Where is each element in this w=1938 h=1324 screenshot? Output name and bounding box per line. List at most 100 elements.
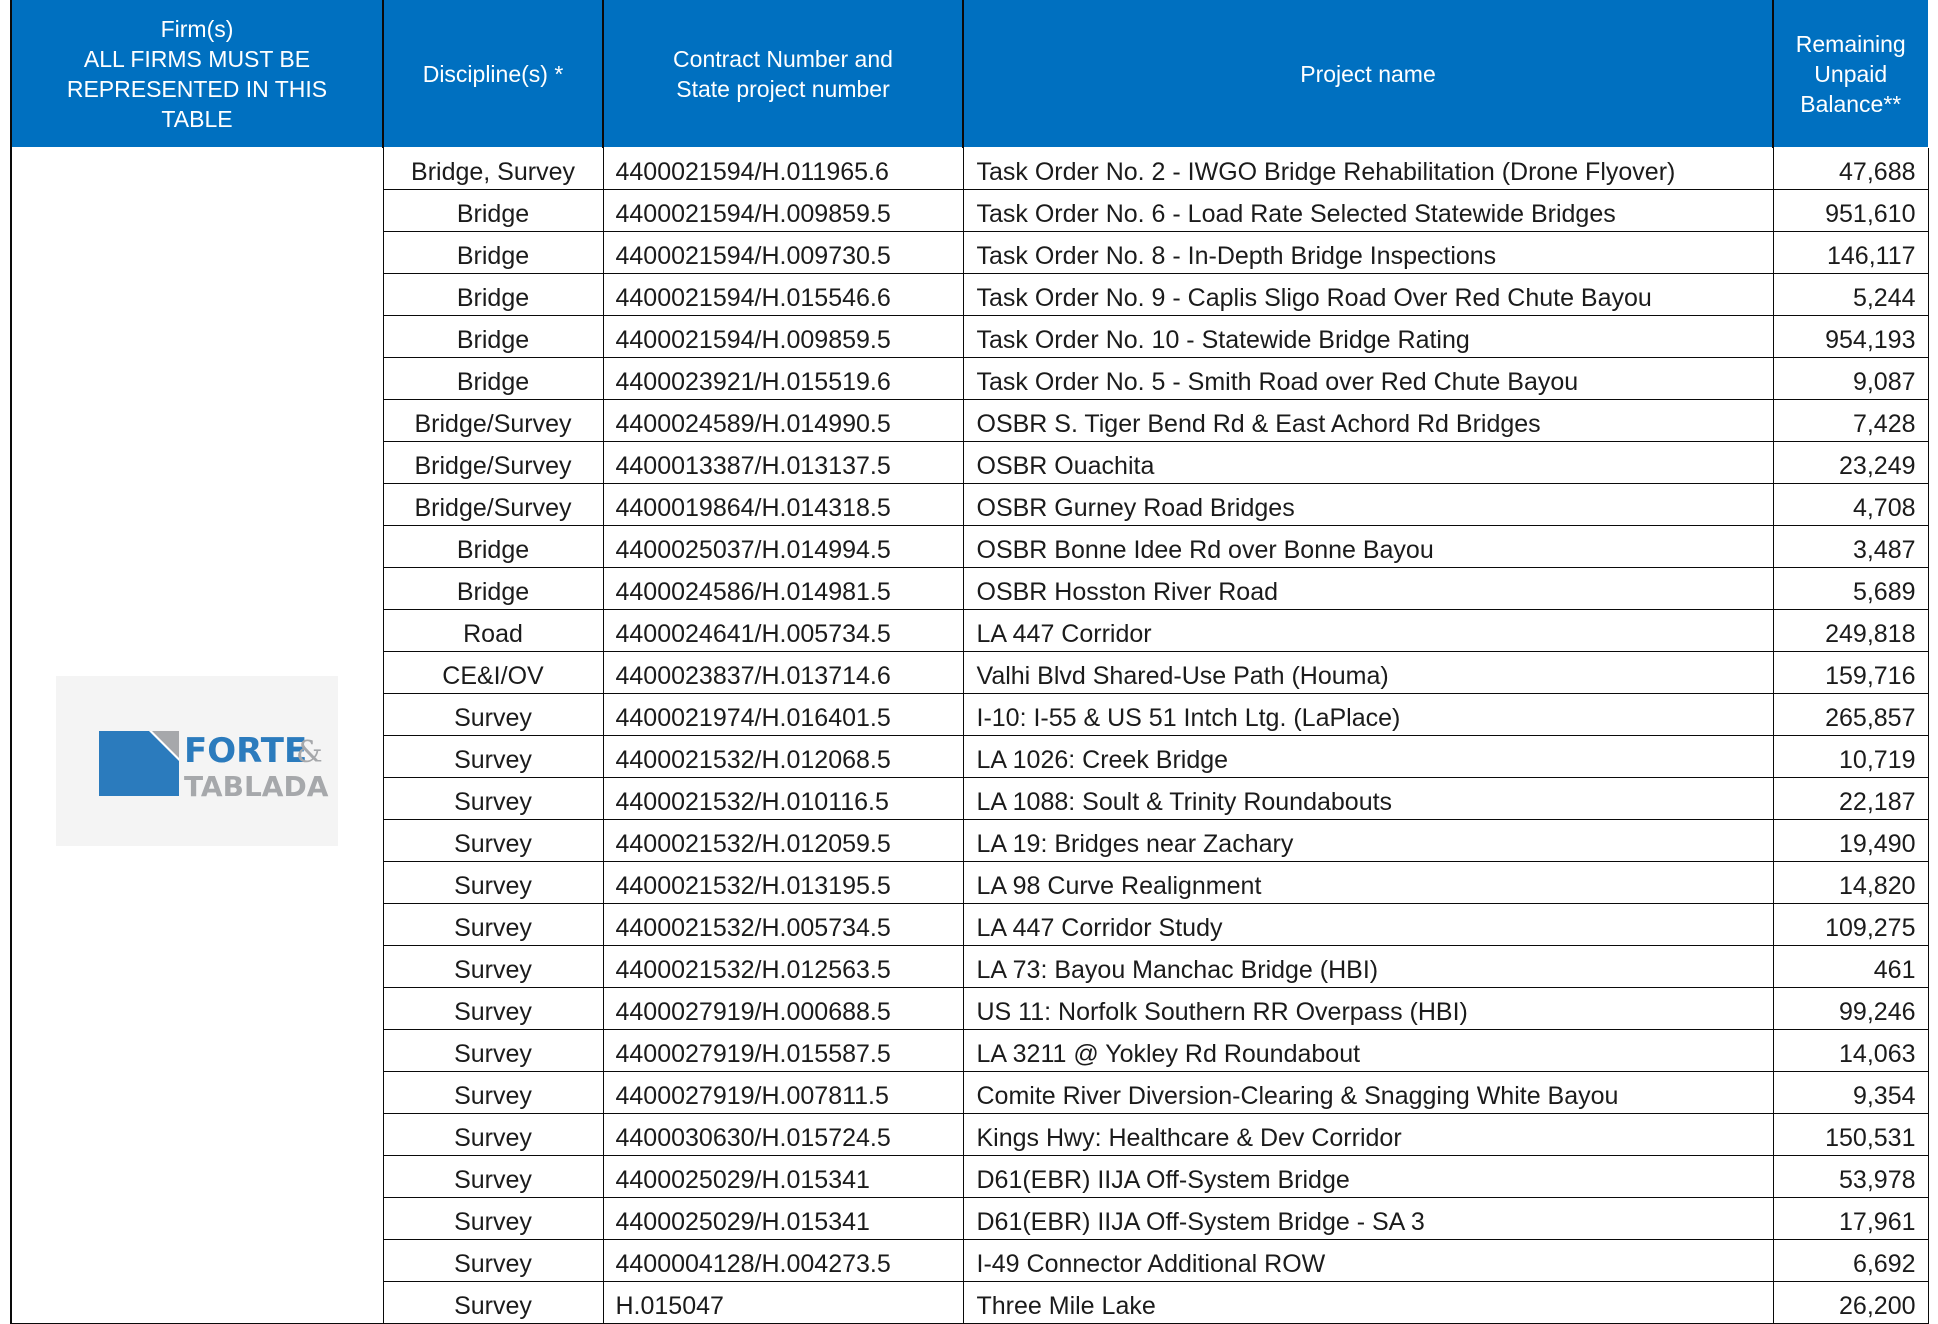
header-firm-title: Firm(s) bbox=[160, 15, 234, 42]
cell-discipline: Bridge, Survey bbox=[382, 147, 604, 190]
cell-balance: 99,246 bbox=[1772, 987, 1929, 1030]
cell-project: D61(EBR) IIJA Off-System Bridge - SA 3 bbox=[962, 1197, 1774, 1240]
cell-discipline: Survey bbox=[382, 693, 604, 736]
cell-contract: 4400021594/H.015546.6 bbox=[602, 273, 964, 316]
cell-project: Kings Hwy: Healthcare & Dev Corridor bbox=[962, 1113, 1774, 1156]
table-body: FORTE & TABLADA Bridge, Survey 440002159… bbox=[10, 147, 1929, 1324]
cell-discipline: Survey bbox=[382, 1281, 604, 1324]
cell-discipline: Survey bbox=[382, 1197, 604, 1240]
cell-contract: H.015047 bbox=[602, 1281, 964, 1324]
cell-discipline: Survey bbox=[382, 945, 604, 988]
table-row: FORTE & TABLADA Bridge, Survey 440002159… bbox=[10, 147, 1929, 1324]
logo-word-forte: FORTE bbox=[184, 731, 307, 771]
cell-contract: 4400027919/H.015587.5 bbox=[602, 1029, 964, 1072]
cell-contract: 4400019864/H.014318.5 bbox=[602, 483, 964, 526]
cell-discipline: Survey bbox=[382, 861, 604, 904]
cell-balance: 150,531 bbox=[1772, 1113, 1929, 1156]
logo-graphic: FORTE & TABLADA bbox=[99, 731, 329, 803]
cell-discipline: Bridge bbox=[382, 273, 604, 316]
cell-balance: 5,689 bbox=[1772, 567, 1929, 610]
cell-discipline: Bridge/Survey bbox=[382, 441, 604, 484]
cell-discipline: Survey bbox=[382, 1239, 604, 1282]
cell-discipline: Bridge/Survey bbox=[382, 399, 604, 442]
header-firm: Firm(s) ALL FIRMS MUST BE REPRESENTED IN… bbox=[10, 0, 384, 148]
cell-discipline: Road bbox=[382, 609, 604, 652]
cell-project: US 11: Norfolk Southern RR Overpass (HBI… bbox=[962, 987, 1774, 1030]
cell-contract: 4400025029/H.015341 bbox=[602, 1155, 964, 1198]
cell-balance: 19,490 bbox=[1772, 819, 1929, 862]
cell-contract: 4400021594/H.011965.6 bbox=[602, 147, 964, 190]
cell-project: OSBR Ouachita bbox=[962, 441, 1774, 484]
cell-discipline: CE&I/OV bbox=[382, 651, 604, 694]
cell-discipline: Survey bbox=[382, 1113, 604, 1156]
cell-project: D61(EBR) IIJA Off-System Bridge bbox=[962, 1155, 1774, 1198]
cell-balance: 26,200 bbox=[1772, 1281, 1929, 1324]
cell-contract: 4400021532/H.012563.5 bbox=[602, 945, 964, 988]
cell-balance: 5,244 bbox=[1772, 273, 1929, 316]
header-row: Firm(s) ALL FIRMS MUST BE REPRESENTED IN… bbox=[10, 0, 1929, 148]
cell-balance: 23,249 bbox=[1772, 441, 1929, 484]
header-project: Project name bbox=[962, 0, 1774, 148]
cell-contract: 4400013387/H.013137.5 bbox=[602, 441, 964, 484]
cell-balance: 159,716 bbox=[1772, 651, 1929, 694]
cell-balance: 3,487 bbox=[1772, 525, 1929, 568]
cell-contract: 4400021532/H.012059.5 bbox=[602, 819, 964, 862]
cell-contract: 4400021594/H.009859.5 bbox=[602, 189, 964, 232]
cell-contract: 4400021594/H.009730.5 bbox=[602, 231, 964, 274]
cell-project: I-49 Connector Additional ROW bbox=[962, 1239, 1774, 1282]
cell-project: Task Order No. 8 - In-Depth Bridge Inspe… bbox=[962, 231, 1774, 274]
cell-project: OSBR S. Tiger Bend Rd & East Achord Rd B… bbox=[962, 399, 1774, 442]
cell-project: OSBR Gurney Road Bridges bbox=[962, 483, 1774, 526]
cell-balance: 22,187 bbox=[1772, 777, 1929, 820]
cell-project: Comite River Diversion-Clearing & Snaggi… bbox=[962, 1071, 1774, 1114]
cell-project: LA 1088: Soult & Trinity Roundabouts bbox=[962, 777, 1774, 820]
cell-project: LA 3211 @ Yokley Rd Roundabout bbox=[962, 1029, 1774, 1072]
cell-balance: 109,275 bbox=[1772, 903, 1929, 946]
cell-balance: 4,708 bbox=[1772, 483, 1929, 526]
cell-discipline: Bridge bbox=[382, 231, 604, 274]
cell-project: LA 447 Corridor bbox=[962, 609, 1774, 652]
cell-balance: 146,117 bbox=[1772, 231, 1929, 274]
cell-project: LA 447 Corridor Study bbox=[962, 903, 1774, 946]
cell-balance: 7,428 bbox=[1772, 399, 1929, 442]
cell-discipline: Bridge bbox=[382, 315, 604, 358]
cell-contract: 4400004128/H.004273.5 bbox=[602, 1239, 964, 1282]
cell-project: LA 1026: Creek Bridge bbox=[962, 735, 1774, 778]
cell-project: OSBR Hosston River Road bbox=[962, 567, 1774, 610]
cell-project: Task Order No. 6 - Load Rate Selected St… bbox=[962, 189, 1774, 232]
cell-discipline: Bridge bbox=[382, 567, 604, 610]
cell-project: I-10: I-55 & US 51 Intch Ltg. (LaPlace) bbox=[962, 693, 1774, 736]
header-discipline: Discipline(s) * bbox=[382, 0, 604, 148]
cell-contract: 4400023837/H.013714.6 bbox=[602, 651, 964, 694]
header-balance: Remaining Unpaid Balance** bbox=[1772, 0, 1929, 148]
cell-project: OSBR Bonne Idee Rd over Bonne Bayou bbox=[962, 525, 1774, 568]
forte-tablada-logo: FORTE & TABLADA bbox=[56, 676, 339, 846]
cell-balance: 14,063 bbox=[1772, 1029, 1929, 1072]
header-contract: Contract Number and State project number bbox=[602, 0, 964, 148]
cell-balance: 461 bbox=[1772, 945, 1929, 988]
cell-contract: 4400024641/H.005734.5 bbox=[602, 609, 964, 652]
logo-word-tablada: TABLADA bbox=[184, 770, 329, 803]
cell-discipline: Bridge bbox=[382, 357, 604, 400]
logo-ampersand: & bbox=[296, 735, 323, 770]
cell-project: Task Order No. 9 - Caplis Sligo Road Ove… bbox=[962, 273, 1774, 316]
cell-discipline: Survey bbox=[382, 777, 604, 820]
cell-project: Valhi Blvd Shared-Use Path (Houma) bbox=[962, 651, 1774, 694]
cell-contract: 4400025029/H.015341 bbox=[602, 1197, 964, 1240]
cell-contract: 4400023921/H.015519.6 bbox=[602, 357, 964, 400]
header-firm-note: ALL FIRMS MUST BE REPRESENTED IN THIS TA… bbox=[66, 45, 328, 132]
cell-contract: 4400025037/H.014994.5 bbox=[602, 525, 964, 568]
cell-balance: 249,818 bbox=[1772, 609, 1929, 652]
cell-contract: 4400024589/H.014990.5 bbox=[602, 399, 964, 442]
cell-project: LA 19: Bridges near Zachary bbox=[962, 819, 1774, 862]
cell-balance: 9,087 bbox=[1772, 357, 1929, 400]
cell-balance: 47,688 bbox=[1772, 147, 1929, 190]
cell-discipline: Survey bbox=[382, 819, 604, 862]
cell-project: LA 98 Curve Realignment bbox=[962, 861, 1774, 904]
cell-discipline: Survey bbox=[382, 1029, 604, 1072]
cell-project: LA 73: Bayou Manchac Bridge (HBI) bbox=[962, 945, 1774, 988]
cell-contract: 4400027919/H.007811.5 bbox=[602, 1071, 964, 1114]
cell-project: Task Order No. 10 - Statewide Bridge Rat… bbox=[962, 315, 1774, 358]
projects-table: Firm(s) ALL FIRMS MUST BE REPRESENTED IN… bbox=[10, 0, 1929, 1324]
cell-discipline: Bridge bbox=[382, 189, 604, 232]
